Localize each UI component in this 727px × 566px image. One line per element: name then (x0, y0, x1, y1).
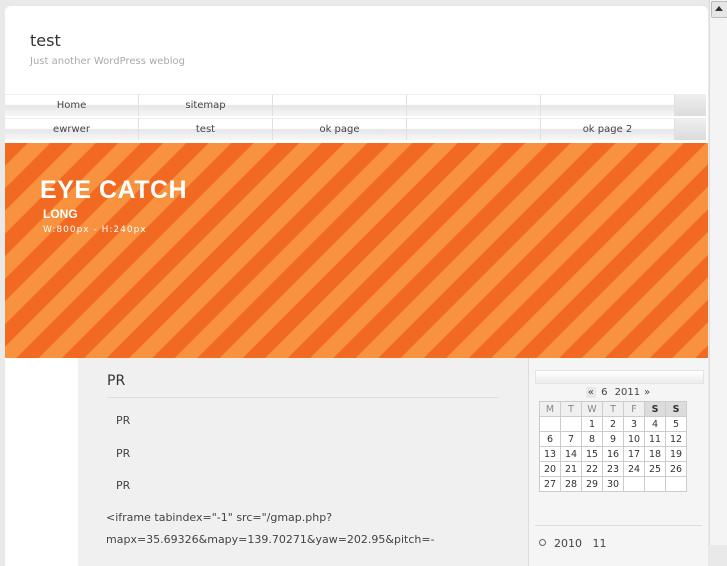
nav-item-test[interactable]: test (139, 118, 273, 140)
calendar-day: 5 (665, 416, 687, 432)
sidebar-widget-header (535, 370, 704, 384)
post-title-divider (107, 397, 499, 398)
archive-year: 2010 (554, 537, 582, 550)
nav-row-2: ewrwer test ok page ok page 2 (5, 118, 708, 142)
banner-size-text: W:800px - H:240px (43, 225, 147, 235)
post-code-line: mapx=35.69326&mapy=139.70271&yaw=202.95&… (106, 533, 435, 546)
calendar-day: 10 (623, 431, 645, 447)
nav-item-empty (407, 118, 541, 140)
calendar-month: 6 (601, 387, 608, 398)
nav-item-empty (407, 94, 541, 116)
weekday-header: W (581, 401, 603, 417)
calendar-day: 11 (644, 431, 666, 447)
site-title[interactable]: test (30, 31, 61, 50)
calendar-day: 9 (602, 431, 624, 447)
calendar-day: 3 (623, 416, 645, 432)
post-paragraph: PR (116, 479, 131, 492)
nav-item-home[interactable]: Home (5, 94, 139, 116)
calendar-next-link[interactable]: » (642, 387, 652, 398)
left-gutter (5, 358, 78, 566)
calendar-day (539, 416, 561, 432)
calendar-day: 22 (581, 461, 603, 477)
calendar-day: 25 (644, 461, 666, 477)
weekday-header: S (665, 401, 687, 417)
weekday-header: M (539, 401, 561, 417)
calendar-day: 8 (581, 431, 603, 447)
weekday-header: F (623, 401, 645, 417)
calendar-day: 19 (665, 446, 687, 462)
calendar-year: 2011 (614, 387, 641, 398)
calendar-day: 30 (602, 476, 624, 492)
page-container: test Just another WordPress weblog Home … (5, 6, 708, 566)
nav-item-empty (273, 94, 407, 116)
nav-item-ewrwer[interactable]: ewrwer (5, 118, 139, 140)
post-paragraph: PR (116, 414, 131, 427)
post-code-line: <iframe tabindex="-1" src="/gmap.php? (106, 511, 333, 524)
calendar-day: 4 (644, 416, 666, 432)
banner-title: EYE CATCH (40, 176, 188, 204)
nav-item-empty (541, 94, 675, 116)
calendar-day: 24 (623, 461, 645, 477)
nav-item-sitemap[interactable]: sitemap (139, 94, 273, 116)
calendar-day: 21 (560, 461, 582, 477)
weekday-header: T (560, 401, 582, 417)
calendar-day: 20 (539, 461, 561, 477)
scroll-up-arrow-icon[interactable] (711, 1, 727, 18)
nav-row-1: Home sitemap (5, 94, 708, 118)
archive-link-2010-11[interactable]: 2010 11 (539, 537, 607, 550)
archive-month: 11 (592, 537, 607, 550)
site-description: Just another WordPress weblog (30, 56, 186, 67)
calendar-day: 15 (581, 446, 603, 462)
sidebar: « 6 2011» M T W T F S S 1 2 3 4 5 6 7 8 … (528, 358, 708, 566)
calendar-day (623, 476, 645, 492)
calendar-day: 29 (581, 476, 603, 492)
calendar-day: 6 (539, 431, 561, 447)
vertical-scrollbar[interactable] (709, 0, 727, 545)
nav-item-end (675, 118, 706, 140)
post-paragraph: PR (116, 447, 131, 460)
calendar-day: 27 (539, 476, 561, 492)
calendar-caption: « 6 2011» (529, 387, 708, 398)
calendar-day: 12 (665, 431, 687, 447)
calendar-day (644, 476, 666, 492)
calendar-day: 13 (539, 446, 561, 462)
calendar-day (560, 416, 582, 432)
banner-subtitle: LONG (43, 207, 78, 221)
calendar-day: 28 (560, 476, 582, 492)
calendar-day: 1 (581, 416, 603, 432)
archives-divider (535, 525, 702, 526)
calendar-day: 7 (560, 431, 582, 447)
calendar-day (665, 476, 687, 492)
calendar-day: 16 (602, 446, 624, 462)
calendar-day: 18 (644, 446, 666, 462)
main-content: PR PR PR PR <iframe tabindex="-1" src="/… (78, 358, 528, 566)
calendar-table: M T W T F S S 1 2 3 4 5 6 7 8 9 10 11 12… (539, 401, 687, 492)
calendar-day: 17 (623, 446, 645, 462)
calendar-day: 14 (560, 446, 582, 462)
weekday-header: S (644, 401, 666, 417)
calendar-day: 2 (602, 416, 624, 432)
eye-catch-banner: EYE CATCH LONG W:800px - H:240px (5, 143, 708, 358)
post-title[interactable]: PR (107, 373, 125, 389)
nav-item-ok-page-2[interactable]: ok page 2 (541, 118, 675, 140)
weekday-header: T (602, 401, 624, 417)
main-navigation: Home sitemap ewrwer test ok page ok page… (5, 94, 708, 142)
calendar-day: 26 (665, 461, 687, 477)
nav-item-ok-page[interactable]: ok page (273, 118, 407, 140)
nav-item-end (675, 94, 706, 116)
calendar-day: 23 (602, 461, 624, 477)
calendar-prev-link[interactable]: « (585, 387, 596, 398)
